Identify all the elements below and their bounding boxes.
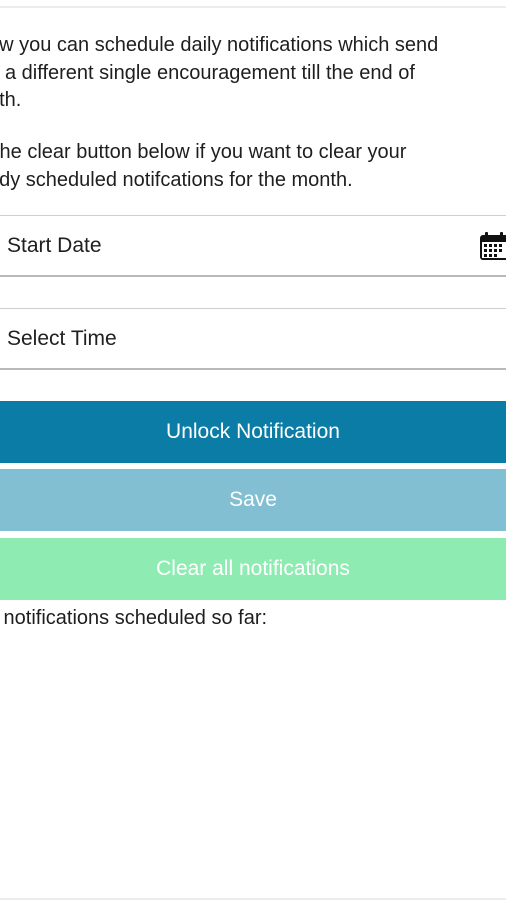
- intro-line-3: nth.: [0, 89, 22, 111]
- unlock-notification-button[interactable]: Unlock Notification: [0, 401, 506, 463]
- top-divider: [0, 6, 506, 8]
- scheduled-notifications-label: s notifications scheduled so far:: [0, 607, 268, 629]
- select-time-label: Select Time: [7, 327, 117, 350]
- save-button[interactable]: Save: [0, 469, 506, 531]
- intro-paragraph: ow you can schedule daily notifications …: [0, 32, 506, 115]
- intro-line-1: ow you can schedule daily notifications …: [0, 34, 439, 56]
- start-date-field[interactable]: Start Date: [0, 215, 506, 277]
- start-date-label: Start Date: [7, 234, 102, 257]
- clear-all-notifications-button[interactable]: Clear all notifications: [0, 538, 506, 600]
- calendar-icon[interactable]: [478, 230, 506, 262]
- select-time-field[interactable]: Select Time: [0, 308, 506, 370]
- notification-scheduler-screen: ow you can schedule daily notifications …: [0, 0, 506, 900]
- intro-line-2: a different single encouragement till th…: [5, 61, 415, 84]
- clear-instructions-line-1: the clear button below if you want to cl…: [0, 141, 407, 163]
- clear-instructions-line-2: ady scheduled notifcations for the month…: [0, 168, 353, 191]
- clear-instructions-paragraph: the clear button below if you want to cl…: [0, 139, 506, 194]
